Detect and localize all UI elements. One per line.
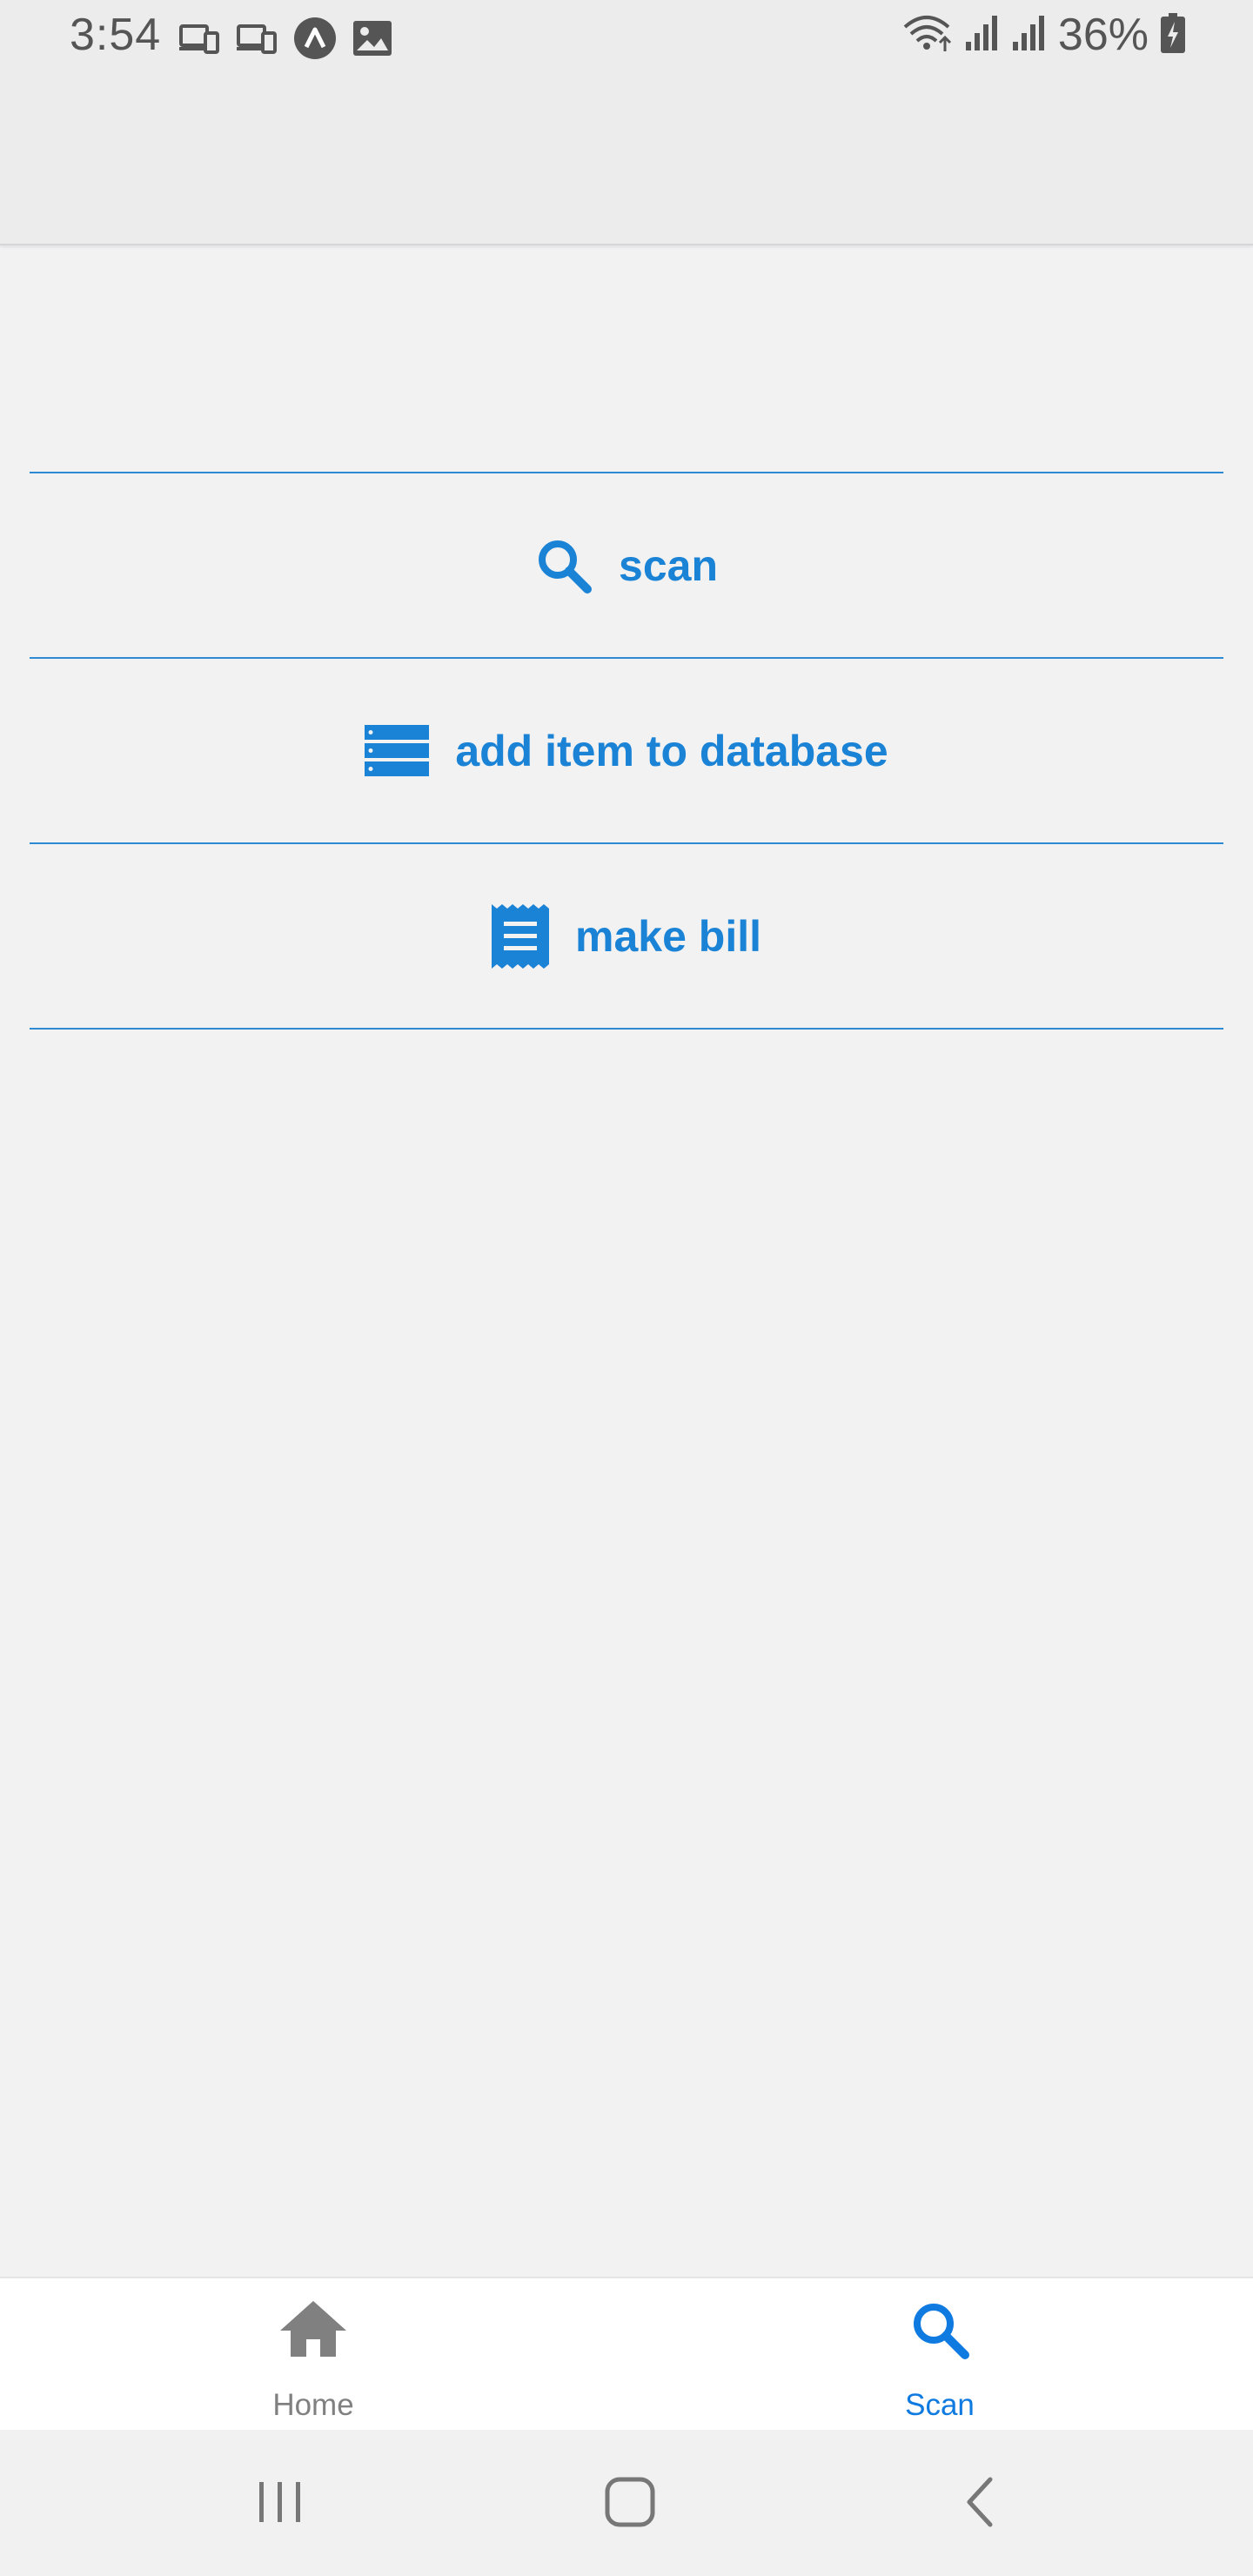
receipt-icon bbox=[492, 903, 549, 969]
image-icon bbox=[353, 21, 392, 60]
signal-icon bbox=[1011, 14, 1046, 57]
add-item-to-database-button[interactable]: add item to database bbox=[30, 659, 1223, 842]
system-home-button[interactable] bbox=[578, 2465, 682, 2543]
back-button[interactable] bbox=[928, 2465, 1032, 2543]
action-menu: scan add item to database make bill bbox=[30, 472, 1223, 1030]
search-icon bbox=[535, 537, 593, 594]
battery-percent: 36% bbox=[1057, 10, 1149, 60]
status-notification-icons bbox=[179, 17, 392, 64]
wifi-icon bbox=[901, 13, 952, 57]
make-bill-button[interactable]: make bill bbox=[30, 844, 1223, 1028]
scan-button[interactable]: scan bbox=[30, 473, 1223, 657]
recents-button[interactable] bbox=[228, 2465, 332, 2543]
battery-charging-icon bbox=[1161, 12, 1185, 57]
expo-icon bbox=[294, 17, 336, 64]
scan-label: scan bbox=[619, 540, 718, 590]
search-icon bbox=[909, 2299, 970, 2365]
devices-icon bbox=[237, 23, 277, 58]
back-icon bbox=[962, 2476, 997, 2532]
status-system-icons: 36% bbox=[901, 9, 1185, 61]
status-time: 3:54 bbox=[70, 10, 162, 60]
devices-icon bbox=[179, 23, 219, 58]
divider bbox=[30, 1028, 1223, 1030]
tab-home-label: Home bbox=[272, 2388, 354, 2422]
tab-scan[interactable]: Scan bbox=[626, 2278, 1253, 2432]
tab-scan-label: Scan bbox=[905, 2388, 975, 2422]
recents-icon bbox=[258, 2480, 303, 2528]
status-bar: 3:54 36% bbox=[0, 0, 1253, 75]
home-icon bbox=[278, 2299, 348, 2363]
home-outline-icon bbox=[604, 2476, 656, 2532]
database-icon bbox=[365, 724, 430, 777]
add-item-to-database-label: add item to database bbox=[455, 726, 888, 775]
bottom-tab-bar: Home Scan bbox=[0, 2277, 1253, 2432]
app-header: 3:54 36% bbox=[0, 0, 1253, 245]
signal-icon bbox=[964, 14, 999, 57]
tab-home[interactable]: Home bbox=[0, 2278, 626, 2432]
make-bill-label: make bill bbox=[575, 911, 761, 961]
system-navigation-bar bbox=[0, 2430, 1253, 2576]
